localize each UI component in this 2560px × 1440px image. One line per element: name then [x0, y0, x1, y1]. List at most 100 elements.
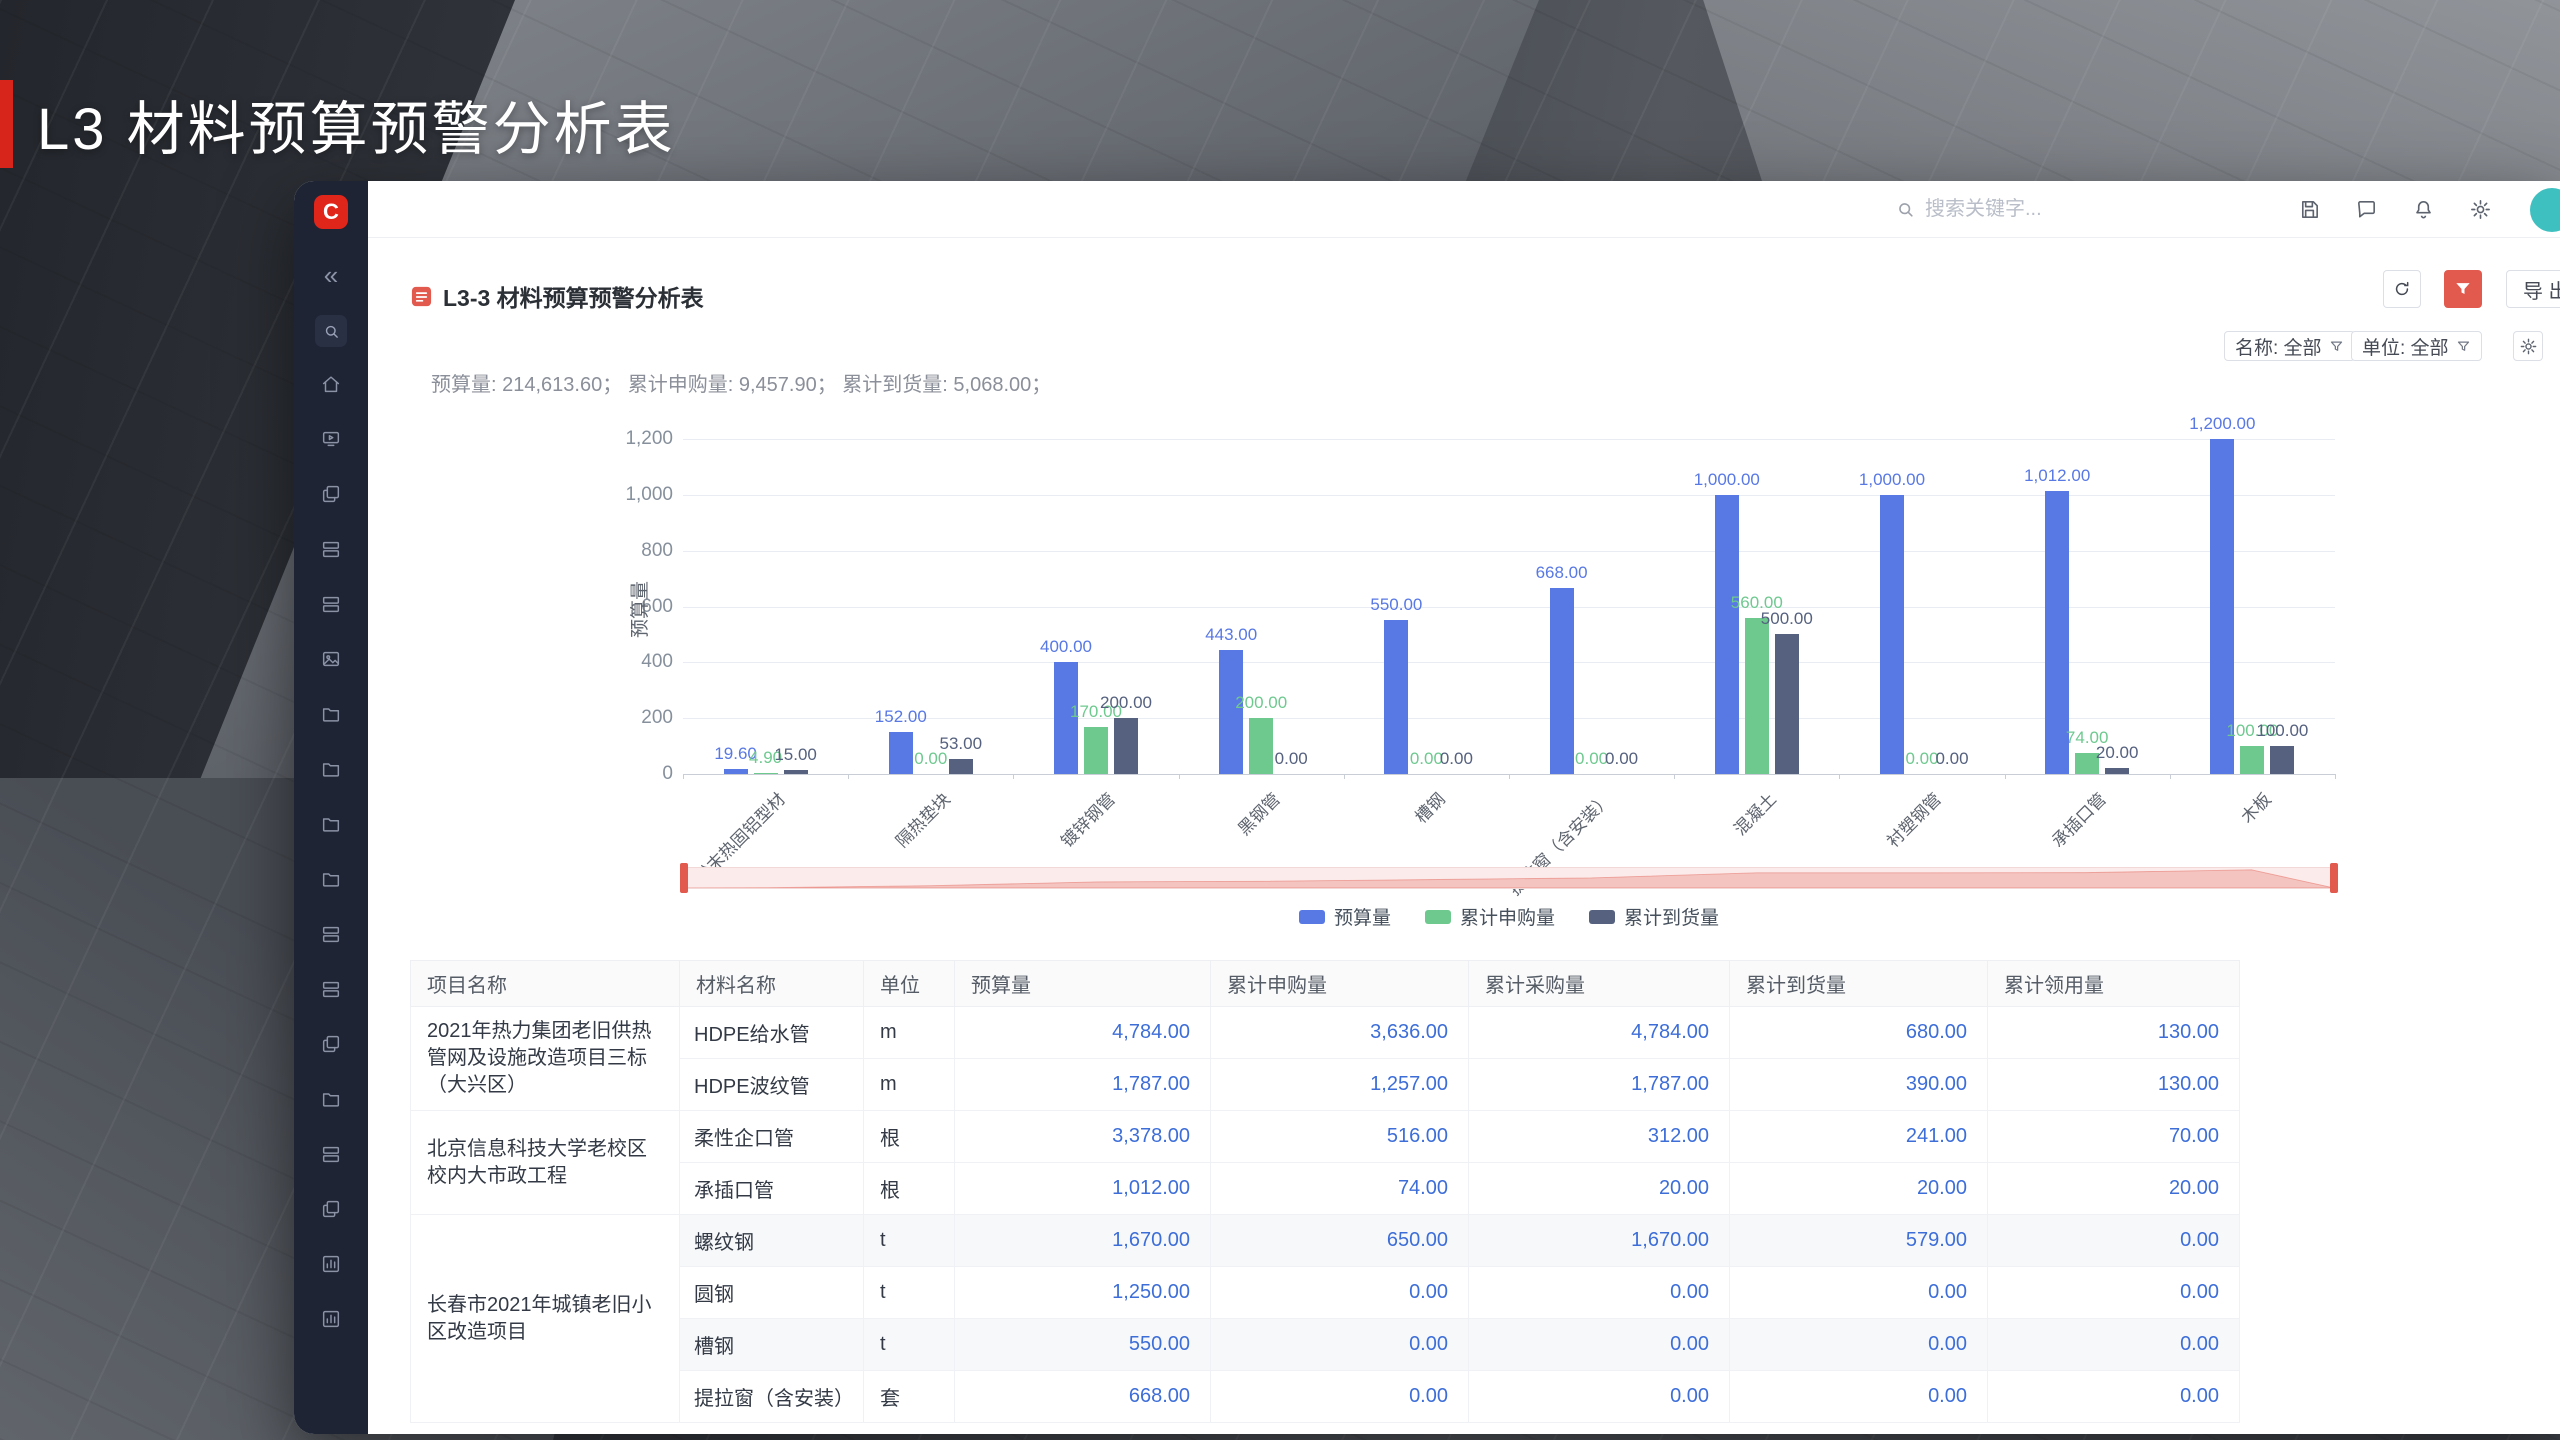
cell-usage-qty[interactable]: 0.00	[1987, 1318, 2240, 1371]
cell-usage-qty[interactable]: 0.00	[1987, 1214, 2240, 1267]
cell-arrival-qty[interactable]: 0.00	[1729, 1318, 1988, 1371]
cell-usage-qty[interactable]: 130.00	[1987, 1006, 2240, 1059]
sidebar-icon-chart[interactable]	[320, 1253, 342, 1275]
cell-requisition-qty[interactable]: 3,636.00	[1210, 1006, 1469, 1059]
cell-budget-qty[interactable]: 1,012.00	[954, 1162, 1211, 1215]
bar-series2-cat1[interactable]	[948, 759, 973, 774]
cell-requisition-qty[interactable]: 0.00	[1210, 1370, 1469, 1423]
x-axis-tick	[1343, 774, 1345, 779]
sidebar-icon-home[interactable]	[320, 373, 342, 395]
cell-purchase-qty[interactable]: 20.00	[1468, 1162, 1730, 1215]
sidebar-icon-stack[interactable]	[320, 923, 342, 945]
collapse-sidebar-icon[interactable]: «	[324, 262, 338, 288]
cell-purchase-qty[interactable]: 0.00	[1468, 1318, 1730, 1371]
table-row[interactable]: 北京信息科技大学老校区校内大市政工程 柔性企口管根 3,378.00 516.00 31…	[410, 1110, 2240, 1215]
legend-item-2[interactable]: 累计到货量	[1589, 903, 1719, 930]
datazoom-handle-left[interactable]	[680, 863, 688, 893]
bar-series1-cat2[interactable]	[1084, 726, 1108, 774]
cell-requisition-qty[interactable]: 516.00	[1210, 1110, 1469, 1163]
bar-series2-cat0[interactable]	[783, 769, 808, 774]
bar-series0-cat5[interactable]	[1549, 587, 1574, 774]
bar-series1-cat6[interactable]	[1744, 617, 1769, 774]
cell-arrival-qty[interactable]: 680.00	[1729, 1006, 1988, 1059]
cell-budget-qty[interactable]: 1,670.00	[954, 1214, 1211, 1267]
cell-budget-qty[interactable]: 1,250.00	[954, 1266, 1211, 1319]
cell-requisition-qty[interactable]: 74.00	[1210, 1162, 1469, 1215]
sidebar-search-icon[interactable]	[315, 315, 347, 347]
cell-requisition-qty[interactable]: 0.00	[1210, 1266, 1469, 1319]
table-row[interactable]: 承插口管根 1,012.00 74.00 20.00 20.00 20.00	[411, 1162, 2240, 1215]
main-area: L3-3 材料预算预警分析表 导 出 名称: 全部 单位: 全部 预算量: 21…	[368, 181, 2560, 1434]
app-logo[interactable]: C	[314, 195, 348, 229]
cell-requisition-qty[interactable]: 1,257.00	[1210, 1058, 1469, 1111]
global-search[interactable]	[1896, 181, 2165, 238]
cell-usage-qty[interactable]: 20.00	[1987, 1162, 2240, 1215]
sidebar-icon-copy[interactable]	[320, 1033, 342, 1055]
cell-purchase-qty[interactable]: 1,670.00	[1468, 1214, 1730, 1267]
sidebar-icon-folder[interactable]	[320, 1088, 342, 1110]
table-row[interactable]: HDPE波纹管 m 1,787.00 1,257.00 1,787.00 390.00 13…	[411, 1058, 2240, 1111]
save-icon[interactable]	[2298, 198, 2321, 221]
bar-series2-cat2[interactable]	[1114, 718, 1138, 774]
sidebar-icon-stack[interactable]	[320, 1143, 342, 1165]
cell-arrival-qty[interactable]: 0.00	[1729, 1370, 1988, 1423]
sidebar-icon-stack[interactable]	[320, 978, 342, 1000]
cell-budget-qty[interactable]: 550.00	[954, 1318, 1211, 1371]
cell-purchase-qty[interactable]: 4,784.00	[1468, 1006, 1730, 1059]
sidebar-icon-image[interactable]	[320, 648, 342, 670]
cell-usage-qty[interactable]: 70.00	[1987, 1110, 2240, 1163]
cell-arrival-qty[interactable]: 241.00	[1729, 1110, 1988, 1163]
column-header: 项目名称	[410, 960, 680, 1007]
cell-requisition-qty[interactable]: 0.00	[1210, 1318, 1469, 1371]
bar-series1-cat0[interactable]	[753, 772, 778, 775]
cell-budget-qty[interactable]: 668.00	[954, 1370, 1211, 1423]
bar-series2-cat6[interactable]	[1774, 634, 1799, 774]
cell-purchase-qty[interactable]: 0.00	[1468, 1370, 1730, 1423]
search-input[interactable]	[1925, 198, 2165, 221]
sidebar-icon-folder[interactable]	[320, 758, 342, 780]
cell-arrival-qty[interactable]: 20.00	[1729, 1162, 1988, 1215]
table-row[interactable]: 2021年热力集团老旧供热管网及设施改造项目三标（大兴区） HDPE给水管 m 4,7…	[410, 1006, 2240, 1111]
sidebar-icon-folder[interactable]	[320, 868, 342, 890]
cell-purchase-qty[interactable]: 1,787.00	[1468, 1058, 1730, 1111]
sidebar-icon-stack[interactable]	[320, 538, 342, 560]
sidebar-icon-monitor[interactable]	[320, 428, 342, 450]
datazoom-slider[interactable]	[680, 863, 2338, 893]
gear-icon[interactable]	[2469, 198, 2492, 221]
cell-arrival-qty[interactable]: 579.00	[1729, 1214, 1988, 1267]
bar-series2-cat8[interactable]	[2105, 768, 2130, 774]
bar-value-label: 668.00	[1535, 562, 1588, 582]
cell-arrival-qty[interactable]: 0.00	[1729, 1266, 1988, 1319]
datazoom-handle-right[interactable]	[2330, 863, 2338, 893]
table-row[interactable]: 槽钢 t 550.00 0.00 0.00 0.00 0.00	[411, 1318, 2240, 1371]
legend-item-0[interactable]: 预算量	[1298, 903, 1391, 930]
sidebar-icon-folder[interactable]	[320, 703, 342, 725]
legend-item-1[interactable]: 累计申购量	[1424, 903, 1555, 930]
cell-usage-qty[interactable]: 0.00	[1987, 1370, 2240, 1423]
bar-series2-cat9[interactable]	[2270, 746, 2295, 774]
bar-series0-cat0[interactable]	[723, 768, 748, 774]
cell-purchase-qty[interactable]: 0.00	[1468, 1266, 1730, 1319]
user-avatar[interactable]	[2530, 187, 2560, 232]
cell-requisition-qty[interactable]: 650.00	[1210, 1214, 1469, 1267]
bar-series0-cat7[interactable]	[1880, 494, 1904, 774]
table-row[interactable]: 长春市2021年城镇老旧小区改造项目 螺纹钢 t 1,670.00 650.00 1,67…	[410, 1214, 2240, 1423]
bell-icon[interactable]	[2412, 198, 2435, 221]
cell-usage-qty[interactable]: 130.00	[1987, 1058, 2240, 1111]
message-icon[interactable]	[2355, 198, 2378, 221]
sidebar-icon-folder[interactable]	[320, 813, 342, 835]
table-row[interactable]: 提拉窗（含安装）套 668.00 0.00 0.00 0.00 0.00	[411, 1370, 2240, 1423]
cell-usage-qty[interactable]: 0.00	[1987, 1266, 2240, 1319]
cell-budget-qty[interactable]: 3,378.00	[954, 1110, 1211, 1163]
sidebar-icon-copy[interactable]	[320, 1198, 342, 1220]
cell-budget-qty[interactable]: 1,787.00	[954, 1058, 1211, 1111]
sidebar-icon-copy[interactable]	[320, 483, 342, 505]
sidebar-icon-stack[interactable]	[320, 593, 342, 615]
cell-arrival-qty[interactable]: 390.00	[1729, 1058, 1988, 1111]
cell-budget-qty[interactable]: 4,784.00	[954, 1006, 1211, 1059]
table-row[interactable]: 圆钢 t 1,250.00 0.00 0.00 0.00 0.00	[411, 1266, 2240, 1319]
bar-series0-cat6[interactable]	[1714, 494, 1739, 774]
sidebar-icon-chart[interactable]	[320, 1308, 342, 1330]
cell-purchase-qty[interactable]: 312.00	[1468, 1110, 1730, 1163]
bar-series1-cat9[interactable]	[2240, 746, 2265, 774]
